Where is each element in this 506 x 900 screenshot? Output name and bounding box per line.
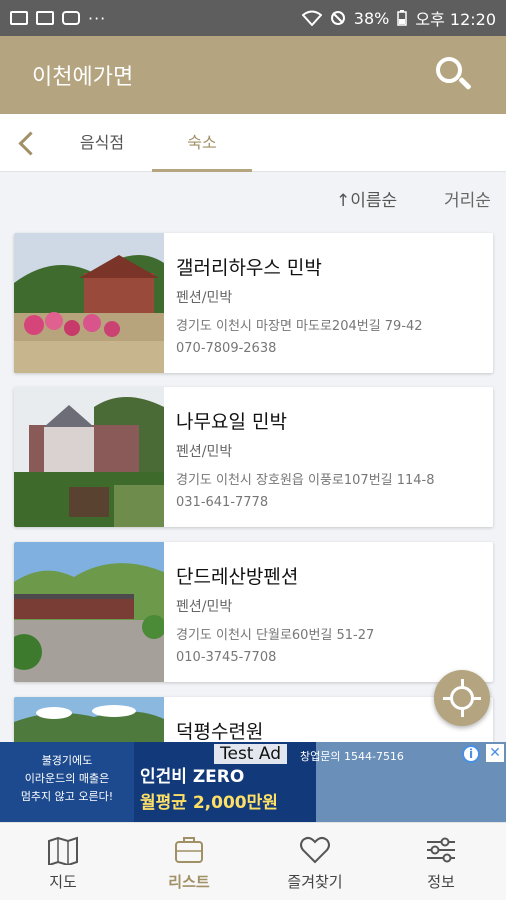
listing-address: 경기도 이천시 마장면 마도로204번길 79-42 (176, 319, 423, 334)
app-title: 이천에가면 (32, 65, 134, 90)
mute-icon (330, 11, 345, 25)
search-button[interactable] (434, 55, 474, 95)
tab-lodging[interactable]: 숙소 (152, 114, 252, 172)
listing-address: 경기도 이천시 장호원읍 이풍로107번길 114-8 (176, 473, 435, 488)
ad-left-line1: 불경기에도 (41, 754, 93, 767)
my-location-button[interactable] (434, 670, 490, 726)
heart-icon (300, 836, 330, 864)
listing-phone: 070-7809-2638 (176, 341, 277, 356)
nav-map[interactable]: 지도 (0, 823, 126, 900)
bottom-nav: 지도 리스트 즐겨찾기 정보 (0, 822, 506, 900)
battery-percent: 38% (353, 8, 390, 28)
listing-photo (14, 542, 164, 682)
gallery-icon (36, 11, 54, 25)
status-bar: ··· 38% 오후 12:20 (0, 0, 506, 36)
back-button[interactable] (14, 128, 42, 158)
listing-card[interactable]: 단드레산방펜션 펜션/민박 경기도 이천시 단월로60번길 51-27 010-… (14, 542, 493, 682)
sort-row: ↑이름순 거리순 (0, 172, 506, 224)
list-icon (175, 837, 203, 863)
listing-card[interactable]: 나무요일 민박 펜션/민박 경기도 이천시 장호원읍 이풍로107번길 114-… (14, 387, 493, 527)
listing-category: 펜션/민박 (176, 599, 233, 615)
info-icon[interactable]: i (462, 745, 480, 763)
ad-test-label: Test Ad (214, 744, 288, 764)
tab-restaurants[interactable]: 음식점 (52, 114, 152, 172)
listing-address: 경기도 이천시 단월로60번길 51-27 (176, 628, 375, 643)
nav-map-label: 지도 (49, 873, 77, 891)
listing-phone: 010-3745-7708 (176, 650, 277, 665)
ad-average: 월평균 2,000만원 (140, 793, 278, 813)
nav-favorites[interactable]: 즐겨찾기 (252, 823, 378, 900)
listing-category: 펜션/민박 (176, 444, 233, 460)
listing-photo (14, 233, 164, 373)
battery-icon (397, 10, 408, 26)
listing-phone: 031-641-7778 (176, 495, 269, 510)
listing-card[interactable]: 갤러리하우스 민박 펜션/민박 경기도 이천시 마장면 마도로204번길 79-… (14, 233, 493, 373)
listing-name: 갤러리하우스 민박 (176, 257, 322, 279)
listing-name: 단드레산방펜션 (176, 566, 299, 588)
nav-list[interactable]: 리스트 (126, 823, 252, 900)
listing-photo (14, 387, 164, 527)
app-bar: 이천에가면 (0, 36, 506, 114)
more-dots-icon: ··· (88, 8, 107, 28)
nav-favorites-label: 즐겨찾기 (287, 873, 343, 891)
map-icon (48, 836, 78, 865)
clock: 오후 12:20 (415, 10, 496, 29)
nav-info[interactable]: 정보 (378, 823, 504, 900)
sort-by-name-button[interactable]: ↑이름순 (336, 186, 397, 211)
youtube-icon (62, 11, 80, 25)
ad-phone: 창업문의 1544-7516 (300, 750, 404, 763)
sort-by-name-label: 이름순 (350, 191, 398, 211)
close-icon[interactable]: ✕ (486, 744, 504, 762)
ad-left-panel: 불경기에도 이라운드의 매출은 멈추지 않고 오른다! (0, 742, 134, 822)
category-tabs: 음식점 숙소 (0, 114, 506, 172)
listing-name: 덕평수련원 (176, 721, 264, 743)
listing-category: 펜션/민박 (176, 290, 233, 306)
ad-banner[interactable]: 불경기에도 이라운드의 매출은 멈추지 않고 오른다! 인건비 ZERO 월평균… (0, 742, 506, 822)
sort-by-distance-button[interactable]: 거리순 (444, 186, 491, 211)
nav-info-label: 정보 (427, 873, 455, 891)
listing-name: 나무요일 민박 (176, 411, 287, 433)
settings-sliders-icon (427, 837, 455, 863)
ad-left-line2: 이라운드의 매출은 (24, 772, 110, 785)
ad-left-line3: 멈추지 않고 오른다! (20, 790, 114, 803)
ad-headline: 인건비 ZERO (140, 767, 245, 787)
arrow-up-icon: ↑ (336, 191, 351, 211)
nav-list-label: 리스트 (168, 873, 210, 891)
wifi-icon (301, 10, 322, 26)
image-icon (10, 11, 28, 25)
